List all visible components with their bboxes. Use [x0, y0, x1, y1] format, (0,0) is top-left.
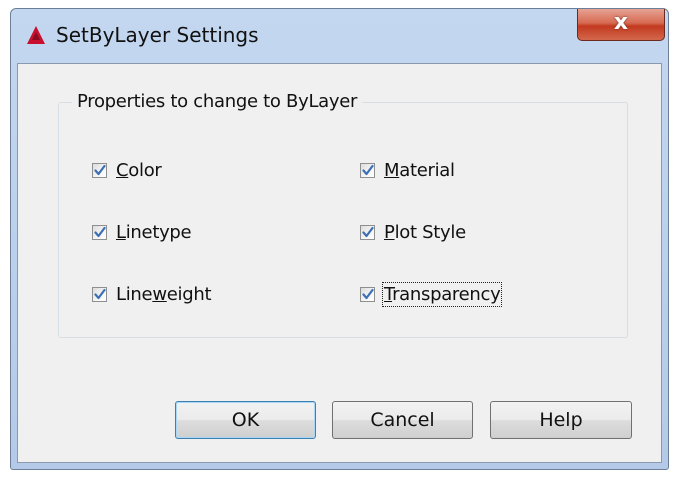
checkbox-color[interactable]: Color: [92, 160, 162, 181]
checkmark-icon: [94, 288, 106, 300]
checkbox-label: Lineweight: [116, 284, 212, 305]
checkbox-material[interactable]: Material: [360, 160, 455, 181]
window-title: SetByLayer Settings: [56, 23, 259, 47]
checkbox-label: Color: [116, 160, 162, 181]
cancel-button[interactable]: Cancel: [332, 401, 473, 439]
ok-button[interactable]: OK: [175, 401, 316, 439]
close-icon: x: [613, 10, 629, 35]
checkbox-lineweight[interactable]: Lineweight: [92, 284, 212, 305]
checkbox-box[interactable]: [360, 287, 375, 302]
checkbox-linetype[interactable]: Linetype: [92, 222, 192, 243]
close-button[interactable]: x: [577, 9, 665, 41]
checkbox-box[interactable]: [92, 287, 107, 302]
checkbox-label: Transparency: [381, 282, 503, 307]
checkbox-box[interactable]: [92, 163, 107, 178]
title-bar[interactable]: SetByLayer Settings x: [11, 9, 668, 59]
groupbox-legend: Properties to change to ByLayer: [72, 91, 363, 112]
checkbox-plot-style[interactable]: Plot Style: [360, 222, 466, 243]
checkbox-label: Plot Style: [384, 222, 466, 243]
autocad-logo-icon: [27, 26, 45, 44]
dialog-body: Properties to change to ByLayer Color Lin…: [17, 63, 662, 463]
checkbox-transparency[interactable]: Transparency: [360, 282, 503, 307]
checkbox-label: Material: [384, 160, 455, 181]
help-button[interactable]: Help: [490, 401, 632, 439]
checkbox-label: Linetype: [116, 222, 192, 243]
checkmark-icon: [94, 164, 106, 176]
checkmark-icon: [362, 288, 374, 300]
checkbox-box[interactable]: [360, 163, 375, 178]
checkbox-box[interactable]: [360, 225, 375, 240]
checkmark-icon: [362, 164, 374, 176]
checkbox-box[interactable]: [92, 225, 107, 240]
setbylayer-dialog: SetByLayer Settings x Properties to chan…: [10, 8, 669, 470]
checkmark-icon: [362, 226, 374, 238]
checkmark-icon: [94, 226, 106, 238]
